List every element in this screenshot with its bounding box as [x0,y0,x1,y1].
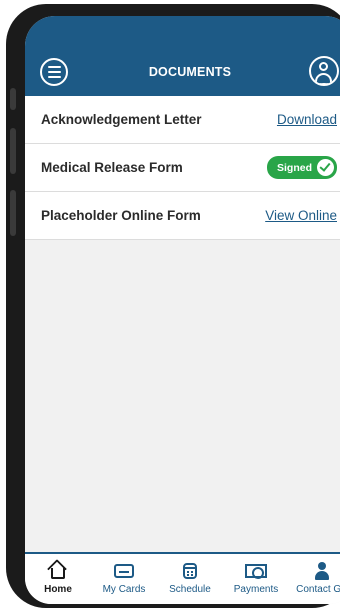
signed-badge-label: Signed [276,161,312,174]
document-label: Medical Release Form [41,160,183,175]
nav-item-label: Contact GB [296,584,340,595]
view-online-link[interactable]: View Online [265,208,337,223]
nav-item-label: Home [44,584,72,595]
bottom-nav: Home My Cards Schedule Payments Contact … [25,552,340,604]
nav-item-label: Payments [233,584,279,595]
phone-frame: DOCUMENTS Acknowledgement Letter Downloa… [6,4,340,608]
phone-side-button [10,88,16,110]
app-screen: DOCUMENTS Acknowledgement Letter Downloa… [25,16,340,604]
page-title: DOCUMENTS [148,65,232,79]
nav-item-label: My Cards [102,584,146,595]
home-icon [47,559,69,581]
nav-item-payments[interactable]: Payments [223,554,289,604]
card-icon [113,561,135,581]
app-header: DOCUMENTS [25,16,340,96]
document-label: Placeholder Online Form [41,208,201,223]
check-icon [317,159,334,176]
download-link[interactable]: Download [277,112,337,127]
signed-badge: Signed [266,156,337,179]
nav-item-home[interactable]: Home [25,554,91,604]
document-row-placeholder-online-form: Placeholder Online Form View Online [25,192,340,240]
nav-item-my-cards[interactable]: My Cards [91,554,157,604]
documents-list: Acknowledgement Letter Download Medical … [25,96,340,240]
document-row-medical-release-form: Medical Release Form Signed [25,144,340,192]
nav-item-schedule[interactable]: Schedule [157,554,223,604]
money-icon [245,561,267,581]
nav-item-contact-gb[interactable]: Contact GB [289,554,340,604]
profile-icon[interactable] [309,56,339,86]
document-row-acknowledgement-letter: Acknowledgement Letter Download [25,96,340,144]
document-label: Acknowledgement Letter [41,112,202,127]
calendar-icon [179,561,201,581]
phone-volume-up [10,128,16,174]
phone-volume-down [10,190,16,236]
person-icon [311,561,333,581]
nav-item-label: Schedule [169,584,211,595]
